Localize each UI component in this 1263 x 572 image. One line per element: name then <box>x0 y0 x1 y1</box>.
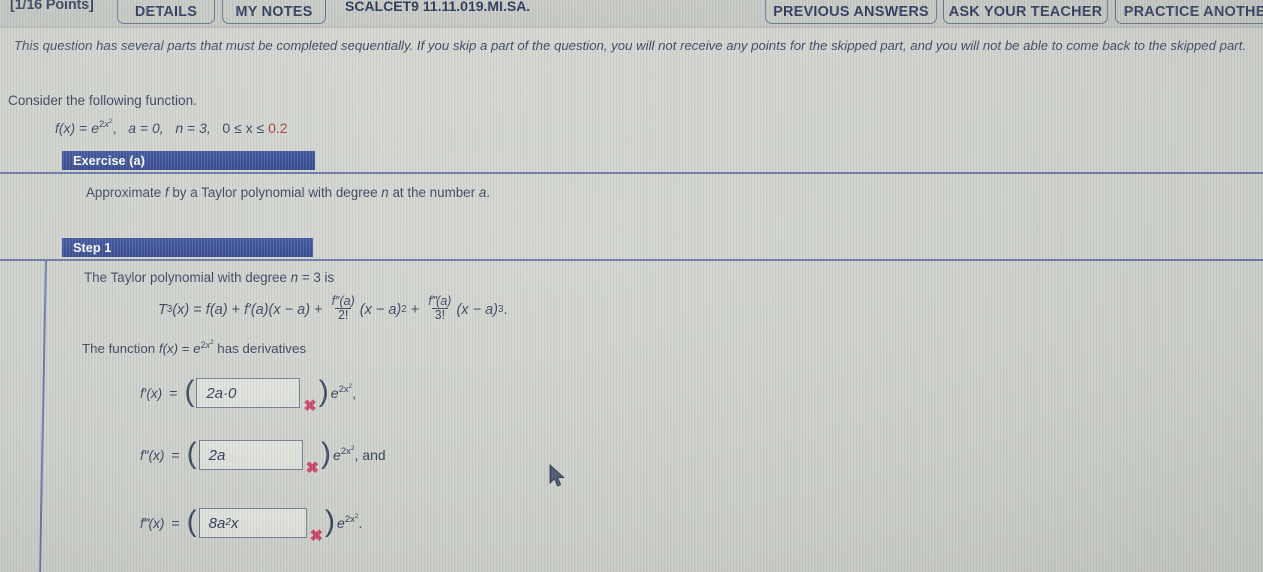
consider-text: Consider the following function. <box>8 93 197 108</box>
sequential-parts-notice: This question has several parts that mus… <box>14 38 1247 53</box>
points-label: [1/16 Points] <box>10 0 94 13</box>
photo-vignette <box>0 0 1263 572</box>
step-1-header-bar: Step 1 <box>62 238 313 257</box>
my-notes-button[interactable]: MY NOTES <box>222 0 326 24</box>
header-divider <box>0 26 1263 28</box>
incorrect-x-icon: ✖ <box>305 460 320 477</box>
assignment-code: SCALCET9 11.11.019.MI.SA. <box>345 0 531 14</box>
previous-answers-button[interactable]: PREVIOUS ANSWERS <box>765 0 937 24</box>
step-1-intro-text: The Taylor polynomial with degree n = 3 … <box>84 270 335 285</box>
formula-frac-1-denominator: 2! <box>334 308 352 322</box>
formula-frac-2-denominator: 3! <box>431 308 449 322</box>
derivative-2-tail: e2x2, and <box>333 445 386 463</box>
parameter-n: n = 3, <box>175 120 211 136</box>
webassign-question-screen: [1/16 Points] DETAILS MY NOTES SCALCET9 … <box>0 0 1263 572</box>
derivative-2-equals: = <box>171 447 180 463</box>
derivative-3-label: f‴(x) <box>140 515 165 531</box>
derivative-1-label: f′(x) <box>140 385 163 401</box>
derivatives-intro-suffix: has derivatives <box>213 341 306 356</box>
derivative-2-label: f″(x) <box>140 447 165 463</box>
incorrect-x-icon: ✖ <box>309 528 324 545</box>
ask-your-teacher-button[interactable]: ASK YOUR TEACHER <box>943 0 1108 24</box>
incorrect-x-icon: ✖ <box>303 398 317 415</box>
derivatives-intro-text: The function f(x) = e2x2 has derivatives <box>82 338 306 356</box>
formula-lhs-arg: (x) <box>172 301 190 318</box>
derivative-3-equals: = <box>171 515 180 531</box>
formula-plus-2: + <box>314 301 323 318</box>
exercise-a-header-bar: Exercise (a) <box>62 151 315 170</box>
derivatives-intro-eq: = <box>178 341 194 356</box>
formula-eq: = <box>193 301 202 318</box>
derivative-2-open-paren: ( <box>186 436 197 470</box>
practice-another-button[interactable]: PRACTICE ANOTHER <box>1115 0 1263 24</box>
question-header-bar: [1/16 Points] DETAILS MY NOTES SCALCET9 … <box>0 0 1263 26</box>
mouse-cursor <box>549 464 565 487</box>
derivative-3-open-paren: ( <box>186 504 197 538</box>
parameter-a: a = 0, <box>128 120 164 136</box>
exercise-a-label: Exercise (a) <box>73 153 145 168</box>
function-equals: = <box>79 120 88 136</box>
derivative-1-tail: e2x2, <box>330 383 357 401</box>
formula-lhs: T <box>158 301 167 318</box>
details-button[interactable]: DETAILS <box>117 0 215 24</box>
function-comma: , <box>112 120 117 136</box>
derivative-2-close-paren: ) <box>321 436 332 470</box>
function-definition: f(x) = e2x2, a = 0, n = 3, 0 ≤ x ≤ 0.2 <box>55 118 288 136</box>
formula-plus-3: + <box>410 301 420 318</box>
function-base: e <box>91 120 99 136</box>
formula-term-3: (x − a) <box>359 301 402 318</box>
step-1-divider <box>0 259 1263 261</box>
answer-input-second-derivative[interactable]: 2a <box>198 440 303 470</box>
step-1-label: Step 1 <box>73 240 112 255</box>
taylor-polynomial-formula: T 3 (x) = f(a) + f′(a)(x − a) + f″(a) 2! (… <box>158 294 508 322</box>
domain-max-value: 0.2 <box>268 120 288 136</box>
formula-term-2: f′(a)(x − a) <box>244 301 311 318</box>
formula-period: . <box>503 301 508 318</box>
formula-frac-2-numerator: f‴(a) <box>428 294 452 308</box>
exercise-divider <box>0 172 1263 174</box>
derivative-row-1: f′(x) = ( 2a·0 ✖ ) e2x2, <box>140 374 357 415</box>
derivative-row-2: f″(x) = ( 2a ✖ ) e2x2, and <box>140 436 386 477</box>
formula-fraction-1: f″(a) 2! <box>329 295 358 322</box>
derivative-row-3: f‴(x) = ( 8a 2 x ✖ ) e2x2. <box>140 504 363 545</box>
formula-plus-1: + <box>231 301 241 318</box>
derivative-1-open-paren: ( <box>184 374 195 408</box>
screen-scanline-texture <box>0 0 1263 572</box>
answer-input-first-derivative[interactable]: 2a·0 <box>196 378 301 408</box>
derivative-3-tail: e2x2. <box>337 513 363 531</box>
step-1-left-border <box>38 259 47 572</box>
derivative-1-close-paren: ) <box>318 374 329 408</box>
function-name: f(x) <box>55 120 76 136</box>
derivatives-intro-fn: f(x) <box>158 341 179 356</box>
domain-prefix: 0 ≤ x ≤ <box>222 120 265 136</box>
formula-fraction-2: f‴(a) 3! <box>425 295 454 322</box>
derivative-1-equals: = <box>169 385 178 401</box>
formula-term-1: f(a) <box>205 301 228 318</box>
answer-input-third-derivative[interactable]: 8a 2 x <box>198 508 307 538</box>
formula-frac-1-numerator: f″(a) <box>331 294 355 308</box>
derivative-3-close-paren: ) <box>325 504 336 538</box>
exercise-instruction: Approximate f by a Taylor polynomial wit… <box>86 185 490 200</box>
formula-term-4: (x − a) <box>456 301 498 318</box>
derivatives-intro-prefix: The function <box>82 341 159 356</box>
